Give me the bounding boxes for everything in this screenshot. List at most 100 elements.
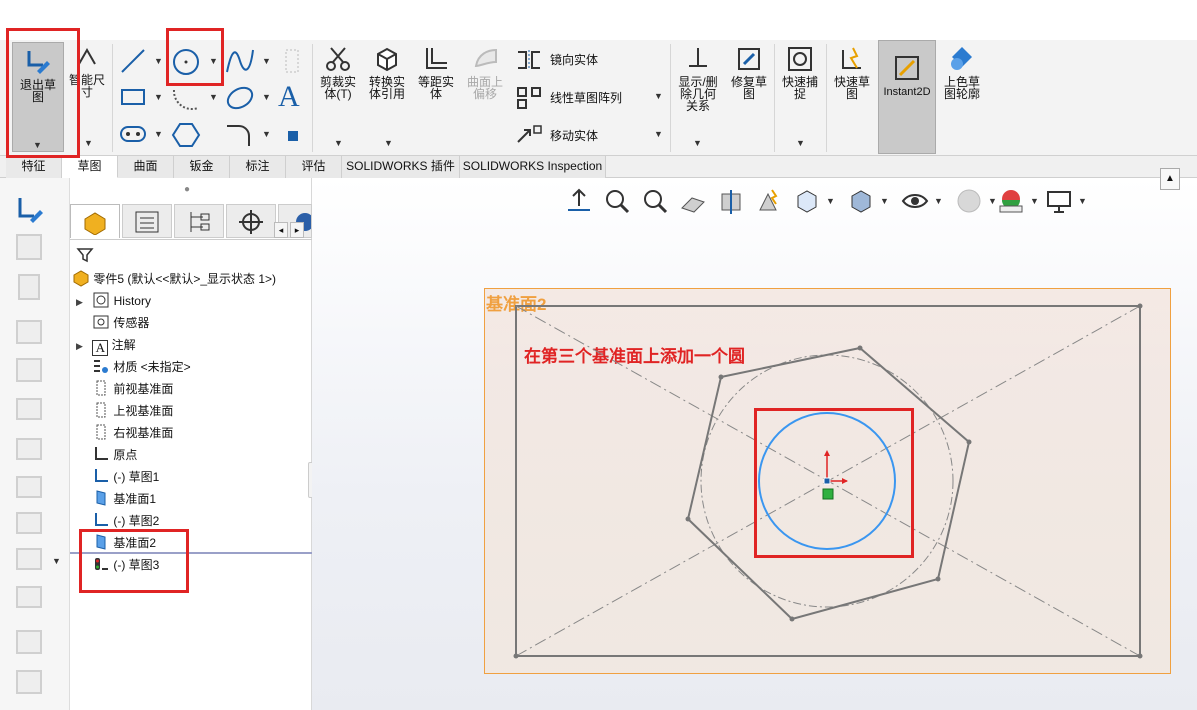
revolve-icon[interactable] (16, 320, 42, 344)
configuration-manager-icon (190, 212, 210, 232)
move-entities-button[interactable]: 移动实体 (550, 127, 598, 144)
fillet-icon[interactable] (224, 122, 256, 148)
tab-features[interactable]: 特征 (6, 156, 62, 178)
repair-sketch-button[interactable]: 修复草 图 (726, 44, 772, 100)
tree-item-sketch1[interactable]: (-) 草图1 (92, 466, 159, 488)
chevron-down-icon[interactable]: ▼ (262, 129, 271, 139)
tab-sketch[interactable]: 草图 (62, 156, 118, 178)
sensor-icon (93, 315, 109, 329)
expand-arrow-icon[interactable]: ▶ (76, 341, 83, 351)
cube-icon (377, 47, 397, 72)
tab-surfaces[interactable]: 曲面 (118, 156, 174, 178)
text-icon[interactable]: A (278, 80, 300, 114)
chevron-down-icon[interactable]: ▼ (262, 56, 271, 66)
line-icon[interactable] (118, 46, 148, 76)
chevron-down-icon[interactable]: ▼ (154, 129, 163, 139)
arc-icon[interactable] (170, 84, 202, 112)
tree-item-origin[interactable]: 原点 (92, 444, 137, 466)
tab-dimxpert-manager[interactable] (226, 204, 276, 238)
exit-sketch-icon[interactable] (14, 194, 46, 226)
chevron-down-icon[interactable]: ▼ (154, 92, 163, 102)
tab-configuration-manager[interactable] (174, 204, 224, 238)
tree-root-part[interactable]: 零件5 (默认<<默认>_显示状态 1>) (72, 268, 276, 290)
extrude-icon[interactable] (18, 274, 40, 300)
linear-pattern-icon[interactable] (514, 84, 544, 110)
move-icon[interactable] (514, 122, 544, 146)
plane-icon (96, 490, 106, 506)
mirror-icon[interactable] (514, 48, 544, 72)
tree-item-right-plane[interactable]: 右视基准面 (92, 422, 173, 444)
chevron-down-icon[interactable]: ▼ (796, 138, 805, 148)
convert-entities-button[interactable]: 转换实 体引用 (362, 44, 412, 100)
rib-icon[interactable] (16, 476, 42, 498)
collapse-handle[interactable]: ● (184, 184, 190, 195)
command-manager-tabs: 特征 草图 曲面 钣金 标注 评估 SOLIDWORKS 插件 SOLIDWOR… (0, 156, 1197, 178)
tab-property-manager[interactable] (122, 204, 172, 238)
shell-icon[interactable] (16, 438, 42, 460)
rectangle-icon[interactable] (118, 84, 148, 110)
tree-item-front-plane[interactable]: 前视基准面 (92, 378, 173, 400)
chevron-down-icon[interactable]: ▼ (334, 138, 343, 148)
instant2d-button[interactable]: Instant2D (878, 40, 936, 154)
loft-icon[interactable] (16, 398, 42, 420)
part-icon (73, 270, 89, 287)
tree-item-top-plane[interactable]: 上视基准面 (92, 400, 173, 422)
linear-pattern-button[interactable]: 线性草图阵列 (550, 89, 622, 106)
slot-icon[interactable] (118, 122, 148, 146)
chevron-down-icon[interactable]: ▼ (384, 138, 393, 148)
chevron-down-icon[interactable]: ▼ (654, 91, 663, 101)
history-icon (93, 292, 109, 308)
tab-markup[interactable]: 标注 (230, 156, 286, 178)
polygon-icon[interactable] (170, 122, 202, 148)
tree-item-material[interactable]: 材质 <未指定> (92, 356, 191, 378)
shaded-sketch-contours-button[interactable]: 上色草 图轮廓 (938, 44, 986, 100)
tree-item-sensors[interactable]: 传感器 (92, 312, 149, 334)
cube-icon[interactable] (16, 234, 42, 260)
chevron-down-icon[interactable]: ▼ (262, 92, 271, 102)
expand-arrow-icon[interactable]: ▶ (76, 297, 83, 307)
tree-item-plane1[interactable]: 基准面1 (92, 488, 156, 510)
mirror-entities-button[interactable]: 镜向实体 (550, 51, 598, 68)
hole-icon[interactable] (16, 630, 42, 654)
intersect-icon[interactable] (16, 670, 42, 694)
snap-icon (788, 47, 812, 71)
tab-solidworks-addins[interactable]: SOLIDWORKS 插件 (342, 156, 460, 178)
scroll-right-icon[interactable]: ▸ (290, 222, 304, 238)
quick-snaps-button[interactable]: 快速捕 捉 (778, 44, 822, 100)
relations-icon (689, 48, 707, 67)
origin-icon (95, 447, 108, 460)
property-manager-icon (135, 211, 159, 233)
tree-item-history[interactable]: ▶ History (76, 290, 151, 312)
tab-solidworks-inspection[interactable]: SOLIDWORKS Inspection (460, 156, 606, 178)
trim-entities-button[interactable]: 剪裁实 体(T) (316, 44, 360, 100)
chevron-down-icon[interactable]: ▼ (84, 138, 93, 148)
filter-icon[interactable] (76, 246, 94, 264)
chevron-down-icon[interactable]: ▼ (154, 56, 163, 66)
left-toolbar: ▼ (0, 178, 70, 710)
crosshair-icon (239, 210, 263, 234)
highlight-circle (754, 408, 914, 558)
tab-evaluate[interactable]: 评估 (286, 156, 342, 178)
draft-icon[interactable] (16, 512, 42, 534)
chevron-down-icon[interactable]: ▼ (209, 92, 218, 102)
offset-entities-button[interactable]: 等距实 体 (414, 44, 458, 100)
tab-sheet-metal[interactable]: 钣金 (174, 156, 230, 178)
plane-icon[interactable] (280, 46, 304, 76)
fillet-feature-icon[interactable] (16, 548, 42, 570)
spline-icon[interactable] (224, 46, 256, 76)
display-delete-relations-button[interactable]: 显示/删 除几何 关系 (672, 44, 724, 112)
offset-on-surface-button[interactable]: 曲面上 偏移 (462, 44, 508, 100)
tab-feature-manager[interactable] (70, 204, 120, 238)
rapid-sketch-button[interactable]: 快速草 图 (830, 44, 874, 100)
chevron-down-icon[interactable]: ▼ (654, 129, 663, 139)
ellipse-icon[interactable] (224, 84, 256, 112)
material-icon (94, 360, 108, 373)
instant2d-icon (895, 56, 919, 80)
point-icon[interactable] (288, 131, 298, 141)
tree-item-annotations[interactable]: ▶ A 注解 (76, 334, 136, 356)
wrap-icon[interactable] (16, 586, 42, 608)
chevron-down-icon[interactable]: ▼ (52, 556, 61, 566)
sweep-icon[interactable] (16, 358, 42, 382)
scroll-left-icon[interactable]: ◂ (274, 222, 288, 238)
chevron-down-icon[interactable]: ▼ (693, 138, 702, 148)
